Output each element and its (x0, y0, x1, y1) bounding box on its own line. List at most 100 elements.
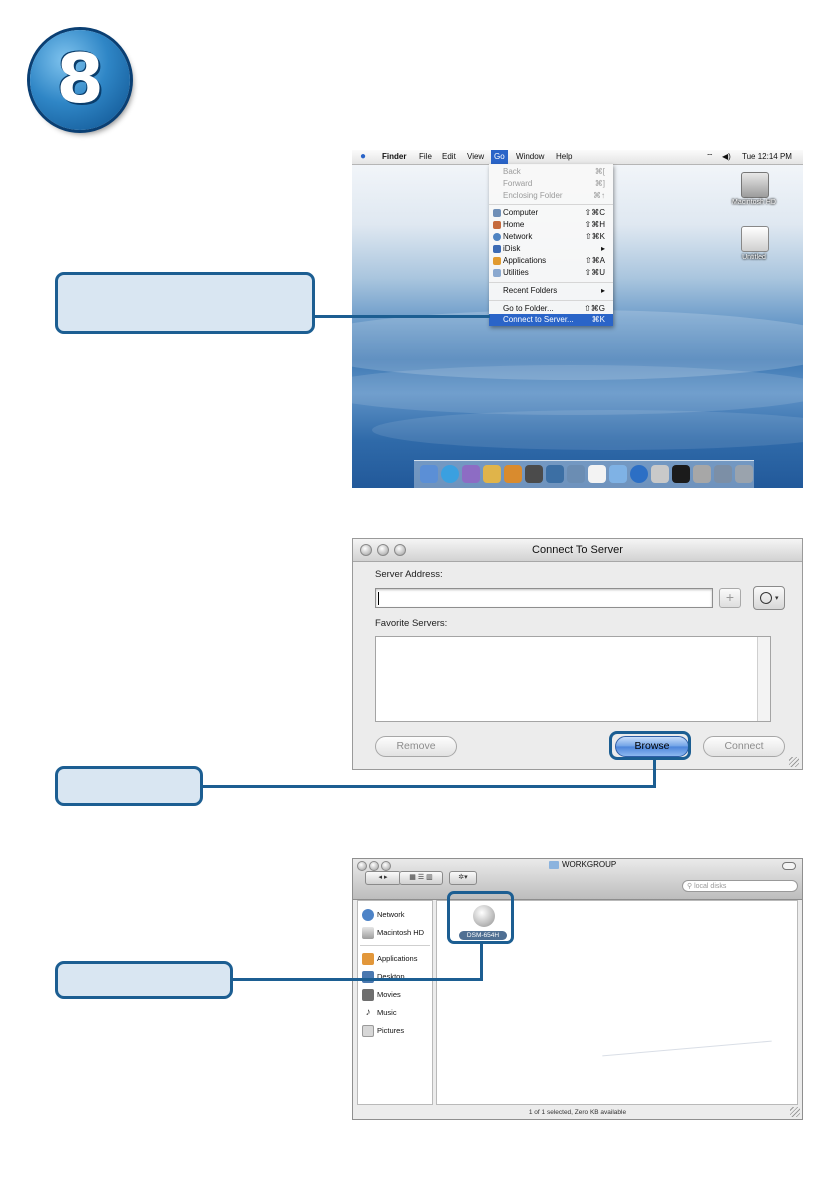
utilities-icon (493, 269, 501, 277)
resize-grip-icon[interactable] (790, 1107, 800, 1117)
callout-box-browse (55, 766, 203, 806)
callout-connector (480, 943, 483, 981)
callout-connector (315, 315, 490, 318)
menu-separator (489, 282, 613, 283)
close-icon[interactable] (360, 544, 372, 556)
network-icon (493, 233, 501, 241)
back-forward-button[interactable]: ◂ ▸ (365, 871, 401, 885)
dialog-title: Connect To Server (532, 544, 623, 556)
music-note-icon: ♪ (362, 1007, 374, 1019)
view-mode-buttons[interactable]: ▦ ☰ ▥ (399, 871, 443, 885)
menu-bar: ● Finder File Edit View Go Window Help ⌔… (352, 150, 803, 165)
menu-separator (489, 204, 613, 205)
menu-item-network[interactable]: Network ⇧⌘K (489, 231, 613, 243)
dialog-titlebar: Connect To Server (353, 539, 802, 562)
minimize-icon[interactable] (377, 544, 389, 556)
iphoto-dock-icon[interactable] (525, 465, 543, 483)
menu-separator (489, 300, 613, 301)
callout-box-select-server (55, 961, 233, 999)
menu-item-back: Back ⌘[ (503, 167, 605, 176)
search-field[interactable]: ⚲ local disks (682, 880, 798, 892)
menu-item-recent-folders[interactable]: Recent Folders ▸ (489, 285, 613, 297)
finder-sidebar: Network Macintosh HD Applications Deskto… (357, 900, 433, 1105)
movies-icon (362, 989, 374, 1001)
hard-drive-icon (362, 927, 374, 939)
action-menu-button[interactable]: ✲▾ (449, 871, 477, 885)
connect-button[interactable]: Connect (703, 736, 785, 757)
recent-servers-button[interactable]: ▾ (753, 586, 785, 610)
idvd-dock-icon[interactable] (567, 465, 585, 483)
menu-item-forward: Forward ⌘] (503, 179, 605, 188)
menu-view[interactable]: View (467, 150, 484, 164)
browse-highlight-ring (609, 731, 691, 760)
ichat-dock-icon[interactable] (483, 465, 501, 483)
menu-window[interactable]: Window (516, 150, 544, 164)
search-icon: ⚲ (687, 883, 693, 890)
list-scrollbar[interactable] (757, 637, 770, 721)
zoom-icon[interactable] (381, 861, 391, 871)
trash-dock-icon[interactable] (735, 465, 753, 483)
terminal-dock-icon[interactable] (672, 465, 690, 483)
menu-item-enclosing-folder: Enclosing Folder ⌘↑ (503, 191, 605, 200)
utility-dock-icon[interactable] (714, 465, 732, 483)
apple-menu-icon[interactable]: ● (360, 150, 366, 164)
macintosh-hd-icon[interactable] (741, 172, 769, 198)
airport-icon[interactable]: ⌔ (706, 150, 714, 164)
menu-edit[interactable]: Edit (442, 150, 456, 164)
menu-go[interactable]: Go (491, 150, 508, 164)
home-icon (493, 221, 501, 229)
remove-button[interactable]: Remove (375, 736, 457, 757)
desktop-wave (352, 365, 803, 415)
finder-toolbar: WORKGROUP ◂ ▸ ▦ ☰ ▥ ✲▾ ⚲ local disks (353, 859, 802, 900)
safari-dock-icon[interactable] (441, 465, 459, 483)
network-icon (362, 909, 374, 921)
idisk-icon (493, 245, 501, 253)
pictures-icon (362, 1025, 374, 1037)
menu-item-home[interactable]: Home ⇧⌘H (489, 219, 613, 231)
menu-item-applications[interactable]: Applications ⇧⌘A (489, 255, 613, 267)
workgroup-finder-window-screenshot: WORKGROUP ◂ ▸ ▦ ☰ ▥ ✲▾ ⚲ local disks Net… (352, 858, 803, 1120)
toolbar-toggle-button[interactable] (782, 862, 796, 870)
window-title: WORKGROUP (562, 860, 617, 869)
close-icon[interactable] (357, 861, 367, 871)
chevron-down-icon: ▾ (775, 595, 779, 602)
desktop-wave (372, 410, 803, 450)
menu-finder[interactable]: Finder (382, 150, 406, 164)
address-book-dock-icon[interactable] (504, 465, 522, 483)
favorite-servers-list[interactable] (375, 636, 771, 722)
desktop-icon (362, 971, 374, 983)
status-bar: 1 of 1 selected, Zero KB available (528, 1109, 627, 1116)
itunes-dock-icon[interactable] (609, 465, 627, 483)
network-utility-dock-icon[interactable] (693, 465, 711, 483)
menu-item-utilities[interactable]: Utilities ⇧⌘U (489, 267, 613, 279)
menu-item-idisk[interactable]: iDisk ▸ (489, 243, 613, 255)
menu-file[interactable]: File (419, 150, 432, 164)
menu-item-connect-to-server[interactable]: Connect to Server... ⌘K (489, 314, 613, 326)
server-address-field[interactable] (375, 588, 713, 608)
imovie-dock-icon[interactable] (546, 465, 564, 483)
folder-icon (549, 861, 559, 869)
applications-icon (362, 953, 374, 965)
mail-dock-icon[interactable] (462, 465, 480, 483)
menu-help[interactable]: Help (556, 150, 572, 164)
finder-dock-icon[interactable] (420, 465, 438, 483)
callout-box-connect-to-server (55, 272, 315, 334)
quicktime-dock-icon[interactable] (630, 465, 648, 483)
sidebar-divider (360, 945, 430, 946)
add-favorite-button[interactable]: + (719, 588, 741, 608)
system-preferences-dock-icon[interactable] (651, 465, 669, 483)
callout-connector (233, 978, 483, 981)
computer-icon (493, 209, 501, 217)
volume-icon[interactable]: ◀) (722, 150, 731, 164)
step-number: 8 (56, 40, 104, 119)
untitled-disk-icon[interactable] (741, 226, 769, 252)
resize-grip-icon[interactable] (789, 757, 799, 767)
zoom-icon[interactable] (394, 544, 406, 556)
step-number-badge: 8 (30, 30, 130, 130)
menu-item-computer[interactable]: Computer ⇧⌘C (489, 207, 613, 219)
finder-go-menu-screenshot: ● Finder File Edit View Go Window Help ⌔… (352, 150, 803, 488)
server-address-label: Server Address: (375, 569, 443, 580)
ical-dock-icon[interactable] (588, 465, 606, 483)
connect-to-server-dialog-screenshot: Connect To Server Server Address: + ▾ Fa… (352, 538, 803, 770)
minimize-icon[interactable] (369, 861, 379, 871)
